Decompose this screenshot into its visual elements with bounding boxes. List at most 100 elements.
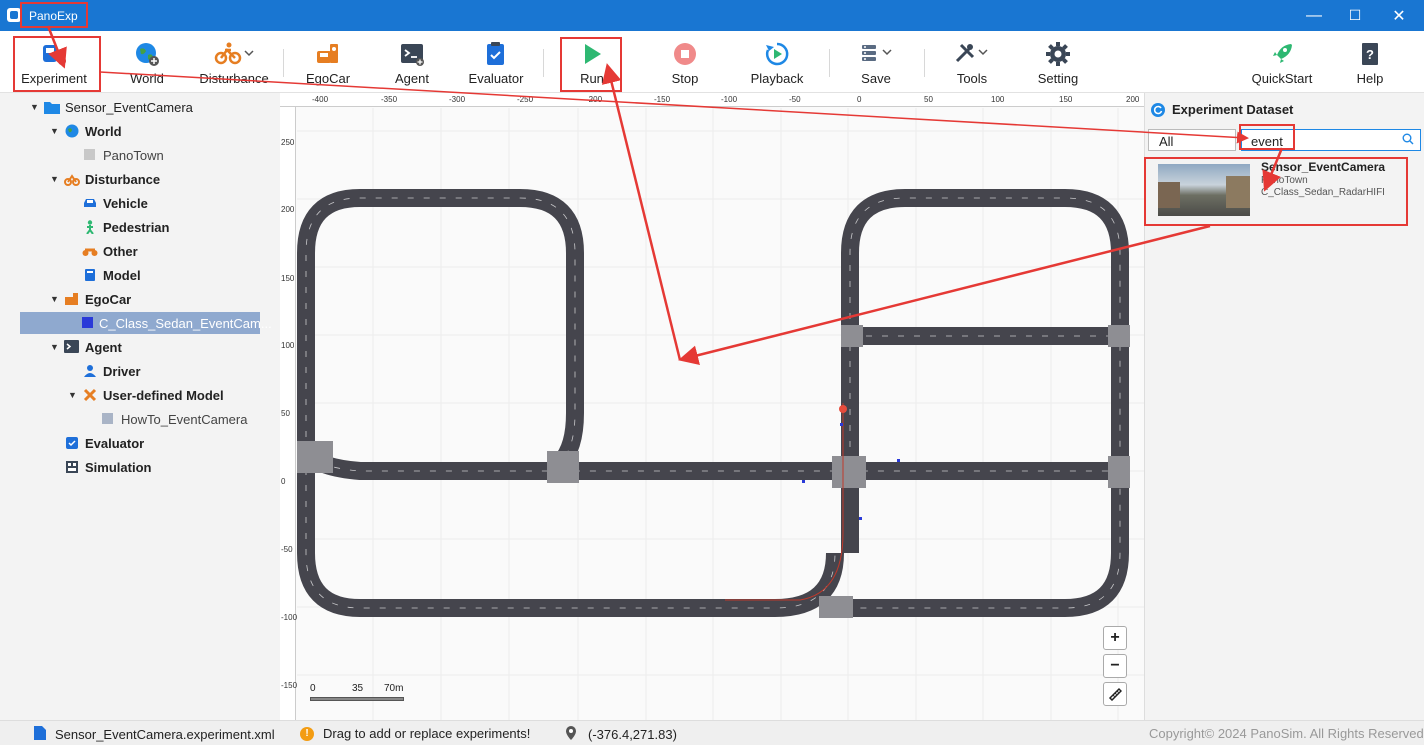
dataset-header: Experiment Dataset bbox=[1151, 102, 1293, 117]
zoom-out-button[interactable]: − bbox=[1103, 654, 1127, 678]
toolbar: Experiment World Disturbance EgoCar Agen… bbox=[0, 31, 1424, 93]
globe-icon bbox=[132, 40, 162, 68]
dataset-title: Experiment Dataset bbox=[1172, 102, 1294, 117]
filter-select[interactable]: All bbox=[1148, 129, 1236, 151]
motorcycle-icon bbox=[82, 243, 98, 259]
experiment-icon bbox=[39, 40, 69, 68]
model-square-icon bbox=[100, 411, 116, 427]
ruler-icon bbox=[1108, 687, 1122, 701]
driver-icon bbox=[82, 363, 98, 379]
tree-item-simulation[interactable]: Simulation bbox=[64, 456, 151, 478]
location-pin-icon bbox=[565, 726, 577, 743]
status-file: Sensor_EventCamera.experiment.xml bbox=[34, 726, 275, 743]
tree-item-user-defined-model[interactable]: ▼ User-defined Model bbox=[68, 384, 224, 406]
chevron-down-icon: ▼ bbox=[50, 174, 59, 184]
measure-button[interactable] bbox=[1103, 682, 1127, 706]
chevron-down-icon: ▼ bbox=[50, 294, 59, 304]
status-hint: ! Drag to add or replace experiments! bbox=[300, 726, 530, 741]
road-network bbox=[297, 108, 1144, 720]
run-button[interactable]: Run bbox=[564, 31, 620, 93]
quickstart-button[interactable]: QuickStart bbox=[1246, 31, 1318, 93]
experiment-tree: ▼ Sensor_EventCamera ▼ World PanoTown ▼ … bbox=[0, 93, 280, 720]
world-button[interactable]: World bbox=[112, 31, 182, 93]
tree-item-disturbance[interactable]: ▼ Disturbance bbox=[50, 168, 160, 190]
disturbance-button[interactable]: Disturbance bbox=[196, 31, 272, 93]
rocket-icon bbox=[1267, 40, 1297, 68]
tree-item-vehicle[interactable]: Vehicle bbox=[82, 192, 148, 214]
toolbar-separator bbox=[924, 49, 925, 77]
folder-icon bbox=[44, 99, 60, 115]
search-input[interactable]: event bbox=[1241, 129, 1421, 151]
chevron-down-icon: ▼ bbox=[68, 390, 77, 400]
scale-label: 35 bbox=[352, 683, 364, 694]
setting-button[interactable]: Setting bbox=[1030, 31, 1086, 93]
copyright: Copyright© 2024 PanoSim. All Rights Rese… bbox=[1149, 726, 1424, 741]
stop-icon bbox=[670, 40, 700, 68]
chevron-down-icon: ▼ bbox=[50, 342, 59, 352]
tree-item-egocar-sedan[interactable]: C_Class_Sedan_EventCam... bbox=[20, 312, 272, 334]
evaluator-button[interactable]: Evaluator bbox=[461, 31, 531, 93]
globe-icon bbox=[64, 123, 80, 139]
model-icon bbox=[82, 267, 98, 283]
help-button[interactable]: ? Help bbox=[1346, 31, 1394, 93]
tree-item-evaluator[interactable]: Evaluator bbox=[64, 432, 144, 454]
bicycle-icon bbox=[212, 40, 256, 68]
tree-item-model[interactable]: Model bbox=[82, 264, 141, 286]
evaluator-icon bbox=[64, 435, 80, 451]
minimize-button[interactable]: — bbox=[1292, 0, 1336, 31]
map-canvas[interactable]: -400 -350 -300 -250 -200 -150 -100 -50 0… bbox=[280, 93, 1144, 720]
save-icon bbox=[856, 40, 896, 68]
terminal-icon bbox=[64, 339, 80, 355]
refresh-icon[interactable] bbox=[1151, 102, 1165, 117]
tools-button[interactable]: Tools bbox=[942, 31, 1002, 93]
search-icon[interactable] bbox=[1402, 133, 1414, 148]
egocar-button[interactable]: EgoCar bbox=[296, 31, 360, 93]
tree-item-pedestrian[interactable]: Pedestrian bbox=[82, 216, 169, 238]
car-icon bbox=[82, 195, 98, 211]
zoom-in-button[interactable]: + bbox=[1103, 626, 1127, 650]
dataset-item-vehicle: C_Class_Sedan_RadarHIFI bbox=[1261, 187, 1385, 198]
tree-item-other[interactable]: Other bbox=[82, 240, 138, 262]
agent-button[interactable]: Agent bbox=[382, 31, 442, 93]
scale-label: 70m bbox=[384, 683, 404, 694]
help-document-icon: ? bbox=[1355, 40, 1385, 68]
dataset-item[interactable]: Sensor_EventCamera PanoTown C_Class_Seda… bbox=[1148, 158, 1418, 224]
dataset-item-map: PanoTown bbox=[1261, 175, 1308, 186]
dataset-item-name: Sensor_EventCamera bbox=[1261, 160, 1386, 174]
file-icon bbox=[34, 726, 46, 743]
simulation-icon bbox=[64, 459, 80, 475]
pedestrian-icon bbox=[82, 219, 98, 235]
egocar-icon bbox=[313, 40, 343, 68]
tools-icon bbox=[952, 40, 992, 68]
experiment-dataset-panel: Experiment Dataset All event Sensor_Even… bbox=[1144, 93, 1424, 720]
tree-item-driver[interactable]: Driver bbox=[82, 360, 141, 382]
tools-icon bbox=[82, 387, 98, 403]
close-button[interactable]: ✕ bbox=[1377, 0, 1421, 31]
tree-item-egocar[interactable]: ▼ EgoCar bbox=[50, 288, 131, 310]
playback-icon bbox=[762, 40, 792, 68]
chevron-down-icon: ▼ bbox=[50, 126, 59, 136]
save-button[interactable]: Save bbox=[848, 31, 904, 93]
warning-icon: ! bbox=[300, 726, 314, 741]
playback-button[interactable]: Playback bbox=[745, 31, 809, 93]
status-coordinates: (-376.4,271.83) bbox=[565, 726, 677, 743]
tree-item-panotown[interactable]: PanoTown bbox=[82, 144, 164, 166]
stop-button[interactable]: Stop bbox=[657, 31, 713, 93]
app-title: PanoExp bbox=[29, 9, 78, 23]
egocar-icon bbox=[64, 291, 80, 307]
tree-item-root[interactable]: ▼ Sensor_EventCamera bbox=[30, 96, 193, 118]
terminal-icon bbox=[397, 40, 427, 68]
app-icon bbox=[7, 8, 21, 22]
bicycle-icon bbox=[64, 171, 80, 187]
maximize-button[interactable]: ☐ bbox=[1333, 0, 1377, 31]
toolbar-separator bbox=[283, 49, 284, 77]
tree-item-world[interactable]: ▼ World bbox=[50, 120, 122, 142]
tree-item-howto-eventcamera[interactable]: HowTo_EventCamera bbox=[100, 408, 247, 430]
experiment-button[interactable]: Experiment bbox=[16, 31, 92, 93]
toolbar-separator bbox=[543, 49, 544, 77]
chevron-down-icon: ▼ bbox=[30, 102, 39, 112]
scale-label: 0 bbox=[310, 683, 316, 694]
toolbar-separator bbox=[829, 49, 830, 77]
dataset-thumbnail bbox=[1158, 164, 1250, 216]
tree-item-agent[interactable]: ▼ Agent bbox=[50, 336, 122, 358]
